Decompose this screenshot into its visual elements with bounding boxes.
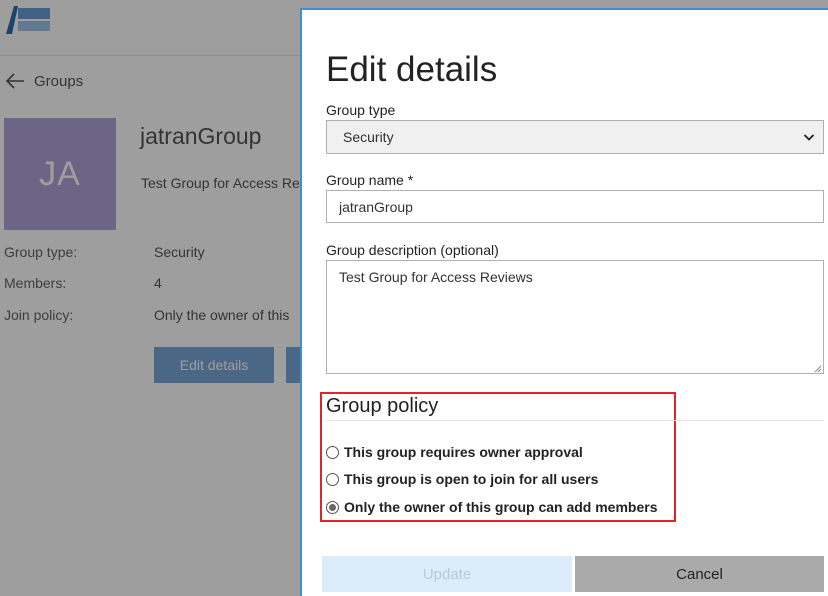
- policy-option-owner-only[interactable]: Only the owner of this group can add mem…: [326, 499, 658, 515]
- group-name-label: Group name *: [326, 172, 414, 188]
- update-button[interactable]: Update: [322, 556, 572, 592]
- radio-owner-approval[interactable]: [326, 445, 339, 459]
- group-description-label: Group description (optional): [326, 242, 499, 258]
- group-type-label: Group type: [326, 102, 396, 118]
- cancel-button[interactable]: Cancel: [575, 556, 824, 592]
- policy-option-owner-approval[interactable]: This group requires owner approval: [326, 444, 583, 460]
- dialog-title: Edit details: [326, 50, 498, 89]
- resize-grip-icon[interactable]: [814, 365, 822, 373]
- radio-open-join[interactable]: [326, 472, 339, 486]
- policy-option-label: This group is open to join for all users: [344, 471, 599, 487]
- group-type-select[interactable]: Security: [326, 120, 824, 154]
- policy-option-label: Only the owner of this group can add mem…: [344, 499, 658, 515]
- group-description-textarea[interactable]: Test Group for Access Reviews: [326, 260, 824, 374]
- policy-option-open-join[interactable]: This group is open to join for all users: [326, 471, 598, 487]
- policy-option-label: This group requires owner approval: [344, 444, 583, 460]
- group-name-input[interactable]: [326, 190, 824, 223]
- chevron-down-icon: [803, 134, 815, 141]
- group-type-value: Security: [343, 129, 394, 145]
- group-policy-heading: Group policy: [326, 395, 439, 417]
- policy-divider: [326, 420, 824, 421]
- edit-details-dialog: Edit details Group type Security Group n…: [300, 8, 828, 596]
- radio-owner-only[interactable]: [326, 500, 339, 514]
